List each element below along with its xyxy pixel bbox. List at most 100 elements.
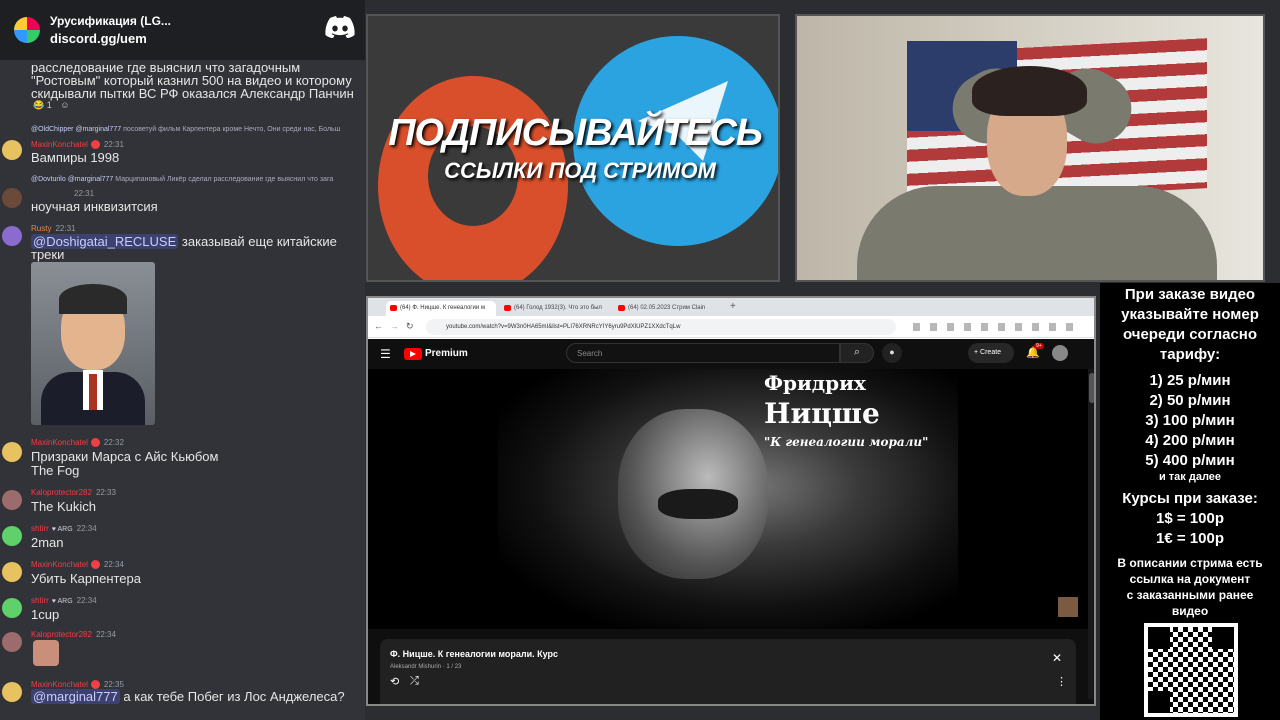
server-icon[interactable] [14,17,40,43]
role-tag-label: ARG [57,598,73,605]
reply-preview[interactable]: @OldChipper @marginal777 посоветуй фильм… [31,126,340,133]
reload-icon[interactable]: ↻ [406,321,414,332]
youtube-favicon-icon [390,305,397,311]
discord-logo-icon [325,16,355,38]
reply-mention: @marginal777 [67,176,114,183]
scrollbar[interactable] [1088,369,1094,699]
reply-text: посоветуй фильм Карпентера кроме Нечто, … [123,126,341,133]
tab[interactable]: (64) 02.05.2023 Стрим Сlain [614,301,724,316]
sticker-image[interactable] [33,640,59,666]
promo-title: ПОДПИСЫВАЙТЕСЬ [388,112,763,154]
video-title-line2: Ницше [764,397,880,430]
video-title-line1: Фридрих [764,371,866,395]
message-meta: 22:31 [70,189,94,198]
timestamp: 22:34 [103,560,124,569]
avatar[interactable] [2,598,22,618]
message-meta: Kaloprotector282 22:34 [31,630,116,639]
info-heading: указывайте номер [1121,306,1259,323]
menu-icon[interactable]: ☰ [380,347,391,361]
more-options-icon[interactable]: ⋮ [1056,675,1067,688]
avatar[interactable] [2,490,22,510]
timestamp: 22:31 [74,189,95,198]
username[interactable]: shtirr [31,596,49,605]
message-text: Призраки Марса с Айс Кьюбом [31,449,219,464]
create-button[interactable]: + Create [968,343,1014,363]
message-text: The Fog [31,463,80,478]
desc-line: В описании стрима есть [1117,556,1263,570]
badge-icon [90,438,100,448]
avatar[interactable] [2,526,22,546]
promo-subtitle: ССЫЛКИ ПОД СТРИМОМ [444,158,716,183]
username[interactable]: MaxinKonchatel [31,560,88,569]
url-field[interactable]: youtube.com/watch?v=9W3n0HA65mI&list=PLI… [426,319,896,335]
timestamp: 22:32 [103,438,124,447]
chat-feed[interactable]: расследование где выяснил что загадочным… [0,60,365,720]
browser-window: (64) Ф. Ницше. К генеалогии м (64) Голод… [366,296,1096,706]
avatar[interactable] [2,632,22,652]
close-icon[interactable]: ✕ [1052,651,1062,665]
channel-watermark[interactable] [1058,597,1078,617]
timestamp: 22:31 [103,140,124,149]
avatar[interactable] [2,562,22,582]
message-text: скидывали пытки ВС РФ оказался Александр… [31,86,354,101]
list-item: @Dovturilo @marginal777 Марципановый Лик… [0,176,365,216]
avatar[interactable] [2,140,22,160]
username[interactable]: MaxinKonchatel [31,438,88,447]
video-player[interactable]: Фридрих Ницше "К генеалогии морали" [368,369,1088,629]
username[interactable]: MaxinKonchatel [31,680,88,689]
rate-item: 1) 25 р/мин [1149,372,1231,389]
rate-item: 2) 50 р/мин [1149,392,1231,409]
role-tag: ♥ ARG [51,598,73,605]
emoji-icon: 😂 [33,100,45,110]
username[interactable]: Kaloprotector282 [31,630,92,639]
info-panel: При заказе видео указывайте номер очеред… [1100,283,1280,720]
microphone-icon[interactable]: ● [882,343,902,363]
avatar[interactable] [2,442,22,462]
course-item: 1$ = 100р [1156,510,1224,527]
message-meta: shtirr ♥ ARG 22:34 [31,596,97,605]
timestamp: 22:33 [95,488,116,497]
search-input[interactable]: Search [566,343,840,363]
loop-icon[interactable]: ⟲ [390,675,399,688]
forward-icon[interactable]: → [390,321,399,331]
toolbar-extension-icons[interactable] [913,323,1083,331]
new-tab-icon[interactable]: + [730,301,736,312]
person-hair [972,66,1087,116]
qr-code[interactable] [1144,623,1238,717]
username[interactable]: Rusty [31,224,51,233]
playlist-title[interactable]: Ф. Ницше. К генеалогии морали. Курс [390,649,558,659]
server-invite[interactable]: discord.gg/uem [50,31,171,46]
attached-image[interactable] [31,262,155,425]
desc-line: с заказанными ранее [1126,588,1254,602]
reply-text: Марципановый Ликёр сделал расследование … [115,176,334,183]
list-item: MaxinKonchatel 22:34 Убить Карпентера [0,560,365,590]
discord-server-header: Урусификация (LG... discord.gg/uem [0,0,365,60]
tab[interactable]: (64) Голод 1932(3). Что это был [500,301,610,316]
shuffle-icon[interactable]: ⤮ [410,675,419,688]
list-item: Kaloprotector282 22:33 The Kukich [0,488,365,518]
list-item: Rusty 22:31 @Doshigatai_RECLUSE заказывай… [0,224,365,434]
list-item: MaxinKonchatel 22:35 @marginal777 а как т… [0,680,365,710]
avatar[interactable] [2,226,22,246]
username[interactable]: Kaloprotector282 [31,488,92,497]
tab-active[interactable]: (64) Ф. Ницше. К генеалогии м [386,301,496,316]
username[interactable]: MaxinKonchatel [31,140,88,149]
message-text: 1cup [31,607,60,622]
back-icon[interactable]: ← [374,321,383,331]
avatar[interactable] [2,682,22,702]
reaction[interactable]: 😂 1 ☺ [33,100,69,111]
username[interactable]: shtirr [31,524,49,533]
youtube-favicon-icon [504,305,511,311]
create-label: Create [980,349,1002,356]
timestamp: 22:31 [55,224,76,233]
playlist-panel: Ф. Ницше. К генеалогии морали. Курс Alek… [380,639,1076,704]
account-avatar[interactable] [1052,345,1068,361]
mention[interactable]: @marginal777 [31,689,120,704]
reply-preview[interactable]: @Dovturilo @marginal777 Марципановый Лик… [31,176,333,183]
tab-label: (64) Голод 1932(3). Что это был [514,305,602,311]
list-item: @OldChipper @marginal777 посоветуй фильм… [0,126,365,166]
avatar[interactable] [2,188,22,208]
message-meta: Kaloprotector282 22:33 [31,488,116,497]
search-icon[interactable]: ⌕ [840,343,874,363]
message-meta: shtirr ♥ ARG 22:34 [31,524,97,533]
